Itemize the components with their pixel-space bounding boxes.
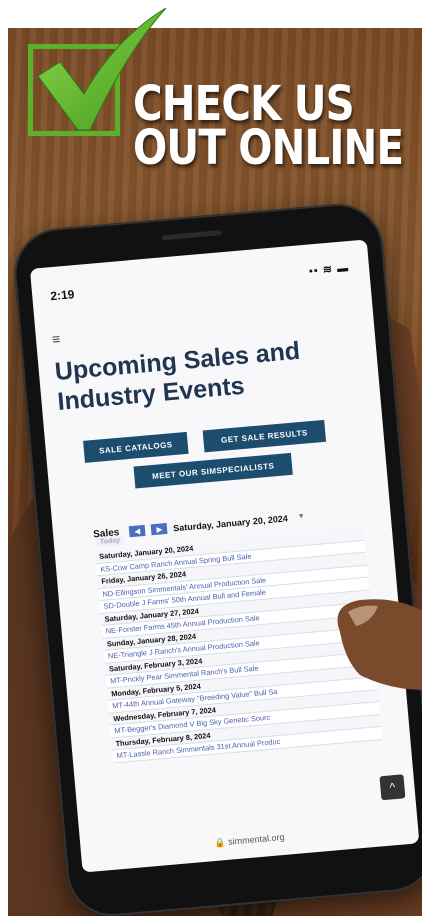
left-border (0, 0, 8, 924)
ad-poster: 2:19 ▪▪ ≋ ▬ ≡ Upcoming Sales and Industr… (0, 0, 430, 924)
bottom-border (0, 916, 430, 924)
headline: CHECK US OUT ONLINE (133, 80, 404, 176)
right-border (422, 0, 430, 924)
headline-line-2: OUT ONLINE (133, 120, 404, 176)
